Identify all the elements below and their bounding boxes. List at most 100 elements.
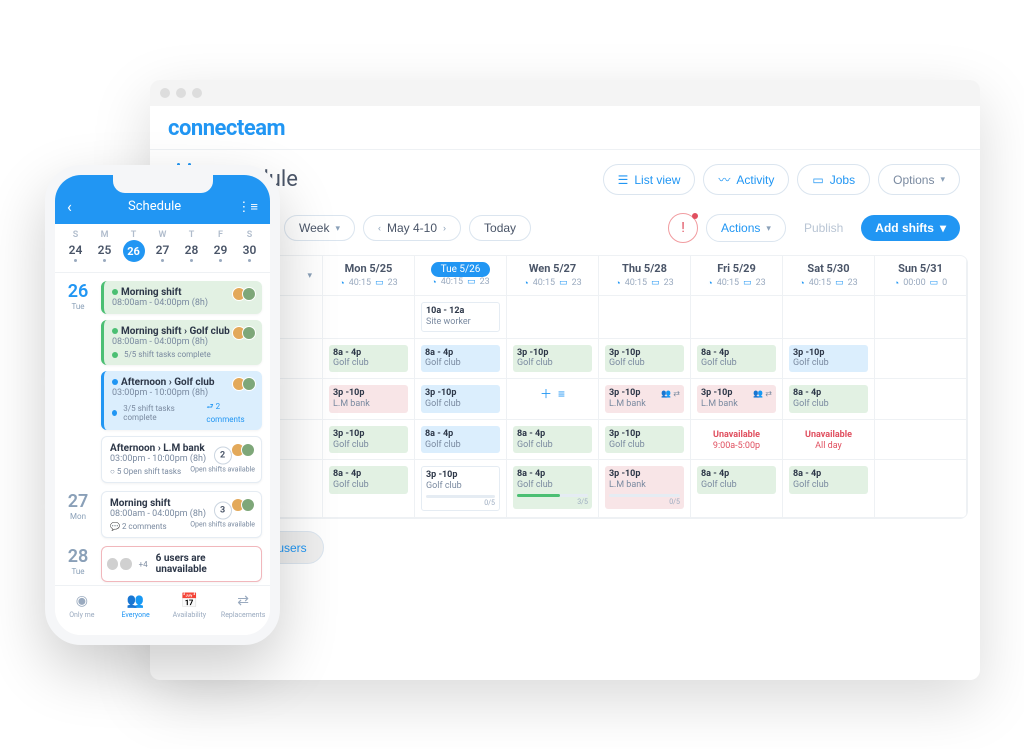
empty-cell[interactable] — [875, 339, 967, 380]
day-header[interactable]: Sat 5/30◔40:15 ▭23 — [783, 256, 875, 296]
shift-cell[interactable]: 3p -10p👥 ⇄L.M bank — [691, 379, 783, 420]
shift-card[interactable]: Morning shift08:00am - 04:00pm (8h)💬 2 c… — [101, 491, 262, 538]
activity-label: Activity — [736, 173, 774, 187]
add-shifts-button[interactable]: Add shifts ▾ — [861, 215, 960, 241]
open-shift-cell[interactable]: 10a - 12aSite worker — [415, 296, 507, 339]
shift-cell[interactable]: 8a - 4pGolf club — [783, 379, 875, 420]
shift-cell[interactable]: 3p -10pL.M bank — [323, 379, 415, 420]
shift-cell[interactable]: 8a - 4pGolf club — [323, 460, 415, 518]
publish-button[interactable]: Publish — [794, 215, 853, 241]
phone-day-row: 27MonMorning shift08:00am - 04:00pm (8h)… — [63, 491, 262, 538]
weekday-cell[interactable]: F29 — [206, 230, 235, 262]
range-nav[interactable]: ‹ May 4-10 › — [363, 215, 461, 241]
weekday-cell[interactable]: T28 — [177, 230, 206, 262]
menu-icon[interactable]: ⋮≡ — [237, 199, 258, 215]
shift-cell[interactable]: 3p -10pGolf club — [599, 339, 691, 380]
shift-card[interactable]: Afternoon › L.M bank03:00pm - 10:00pm (8… — [101, 436, 262, 483]
shift-cell[interactable]: 3p -10pL.M bank0/5 — [599, 460, 691, 518]
phone-day-row: 28Tue+4 6 users are unavailable — [63, 546, 262, 582]
today-label: Today — [484, 221, 516, 235]
day-header[interactable]: Mon 5/25◔40:15 ▭23 — [323, 256, 415, 296]
phone-tab[interactable]: 👥Everyone — [109, 586, 163, 635]
day-header[interactable]: Fri 5/29◔40:15 ▭23 — [691, 256, 783, 296]
phone-tab[interactable]: 📅Availability — [163, 586, 217, 635]
chevron-down-icon: ▾ — [766, 223, 771, 234]
shift-cell[interactable]: 8a - 4pGolf club — [691, 339, 783, 380]
day-header[interactable]: Wen 5/27◔40:15 ▭23 — [507, 256, 599, 296]
shift-cell[interactable]: 8a - 4pGolf club3/5 — [507, 460, 599, 518]
empty-cell[interactable] — [875, 379, 967, 420]
back-button[interactable]: ‹ — [67, 197, 72, 216]
phone-body[interactable]: 26TueMorning shift08:00am - 04:00pm (8h)… — [55, 273, 270, 613]
phone-tab[interactable]: ⇄Replacements — [216, 586, 270, 635]
weekday-cell[interactable]: S24 — [61, 230, 90, 262]
shift-cell[interactable]: 8a - 4pGolf club — [783, 460, 875, 518]
traffic-light-max[interactable] — [192, 88, 202, 98]
chevron-down-icon: ▾ — [940, 221, 946, 235]
shift-cell[interactable]: 3p -10pGolf club0/5 — [415, 460, 507, 518]
list-view-button[interactable]: ☰ List view — [603, 164, 696, 195]
shift-cell[interactable]: 3p -10pGolf club — [323, 420, 415, 461]
phone-day-row: 26TueMorning shift08:00am - 04:00pm (8h)… — [63, 281, 262, 483]
phone-tabbar: ◉Only me👥Everyone📅Availability⇄Replaceme… — [55, 585, 270, 635]
empty-cell[interactable] — [691, 296, 783, 339]
empty-cell[interactable] — [875, 296, 967, 339]
chevron-left-icon[interactable]: ‹ — [378, 223, 381, 233]
range-label: May 4-10 — [387, 221, 437, 235]
phone-title: Schedule — [128, 199, 181, 214]
shift-card[interactable]: Morning shift › Golf club08:00am - 04:00… — [101, 320, 262, 365]
add-shift-cell[interactable]: ＋≡ — [507, 379, 599, 420]
empty-cell[interactable] — [875, 460, 967, 518]
brand-logo: connecteam — [150, 106, 980, 145]
plus-icon: ＋ — [540, 385, 552, 402]
tab-icon: 📅 — [163, 593, 217, 609]
traffic-light-close[interactable] — [160, 88, 170, 98]
shift-card[interactable]: Afternoon › Golf club03:00pm - 10:00pm (… — [101, 371, 262, 430]
weekday-cell[interactable]: M25 — [90, 230, 119, 262]
unavailable-cell: Unavailable9:00a-5:00p — [691, 420, 783, 461]
shift-cell[interactable]: 3p -10pGolf club — [415, 379, 507, 420]
empty-cell[interactable] — [507, 296, 599, 339]
shift-cell[interactable]: 8a - 4pGolf club — [507, 420, 599, 461]
empty-cell[interactable] — [875, 420, 967, 461]
tab-icon: ⇄ — [216, 593, 270, 609]
options-button[interactable]: Options ▾ — [878, 164, 960, 195]
jobs-button[interactable]: ▭ Jobs — [797, 164, 870, 195]
shift-cell[interactable]: 3p -10pGolf club — [599, 420, 691, 461]
activity-button[interactable]: 〰 Activity — [703, 164, 789, 195]
shift-cell[interactable]: 8a - 4pGolf club — [415, 420, 507, 461]
shift-card[interactable]: +4 6 users are unavailable — [101, 546, 262, 582]
add-users-row: 👤＋ Add more users — [170, 531, 960, 564]
header-buttons: ☰ List view 〰 Activity ▭ Jobs Options ▾ — [603, 164, 960, 195]
shift-cell[interactable]: 8a - 4pGolf club — [691, 460, 783, 518]
actions-button[interactable]: Actions ▾ — [706, 214, 786, 242]
jobs-label: Jobs — [830, 173, 855, 187]
phone-notch — [113, 175, 213, 193]
empty-cell[interactable] — [783, 296, 875, 339]
add-shifts-label: Add shifts — [875, 221, 934, 235]
shift-cell[interactable]: 8a - 4pGolf club — [323, 339, 415, 380]
range-mode-button[interactable]: Week ▾ — [284, 215, 355, 241]
shift-cell[interactable]: 3p -10p👥 ⇄L.M bank — [599, 379, 691, 420]
traffic-light-min[interactable] — [176, 88, 186, 98]
weekday-cell[interactable]: W27 — [148, 230, 177, 262]
empty-cell[interactable] — [599, 296, 691, 339]
weekday-cell[interactable]: T26 — [119, 230, 148, 262]
unavailable-cell: UnavailableAll day — [783, 420, 875, 461]
day-header[interactable]: Tue 5/26◔40:15 ▭23 — [415, 256, 507, 296]
tab-icon: ◉ — [55, 593, 109, 609]
today-button[interactable]: Today — [469, 215, 531, 241]
shift-card[interactable]: Morning shift08:00am - 04:00pm (8h) — [101, 281, 262, 314]
phone-tab[interactable]: ◉Only me — [55, 586, 109, 635]
window-chrome — [150, 80, 980, 106]
alerts-button[interactable]: ! — [668, 213, 698, 243]
weekday-cell[interactable]: S30 — [235, 230, 264, 262]
day-header[interactable]: Thu 5/28◔40:15 ▭23 — [599, 256, 691, 296]
shift-cell[interactable]: 3p -10pGolf club — [783, 339, 875, 380]
day-header[interactable]: Sun 5/31◔00:00 ▭0 — [875, 256, 967, 296]
chevron-right-icon[interactable]: › — [443, 223, 446, 233]
shift-cell[interactable]: 3p -10pGolf club — [507, 339, 599, 380]
shift-cell[interactable]: 8a - 4pGolf club — [415, 339, 507, 380]
empty-cell[interactable] — [323, 296, 415, 339]
list-view-label: List view — [634, 173, 680, 187]
